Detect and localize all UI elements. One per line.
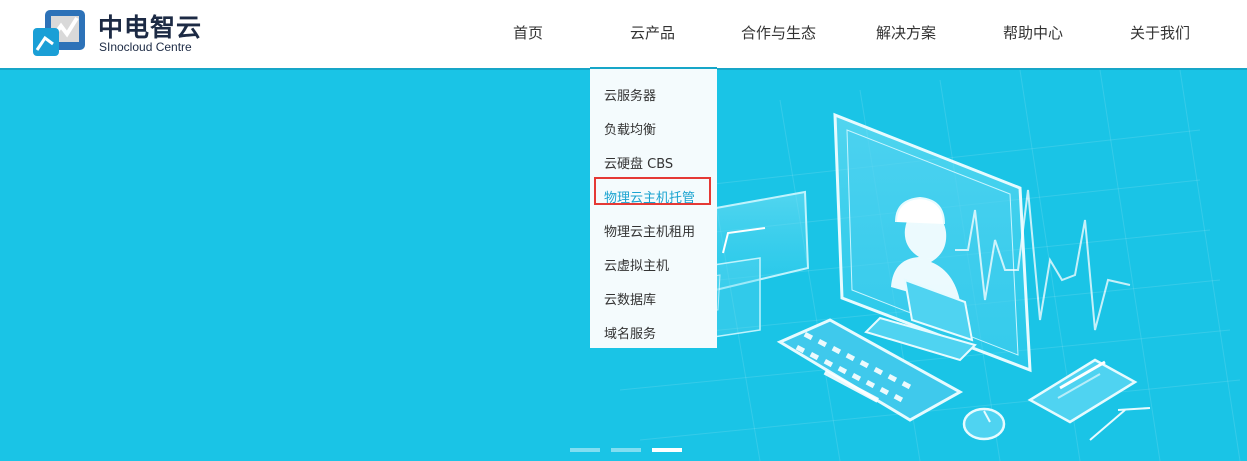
dropdown-item-cloud-database[interactable]: 云数据库: [604, 289, 656, 308]
nav-help-center[interactable]: 帮助中心: [1003, 22, 1063, 43]
dropdown-item-cloud-disk[interactable]: 云硬盘 CBS: [604, 153, 673, 172]
dropdown-item-domain-service[interactable]: 域名服务: [604, 323, 656, 342]
cloud-products-dropdown: 云服务器 负载均衡 云硬盘 CBS 物理云主机托管 物理云主机租用 云虚拟主机 …: [590, 67, 717, 348]
carousel-dot-3[interactable]: [652, 448, 682, 452]
nav-cloud-products[interactable]: 云产品: [630, 22, 675, 43]
nav-about-us[interactable]: 关于我们: [1130, 22, 1190, 43]
site-header: 中电智云 SInocloud Centre 首页 云产品 合作与生态 解决方案 …: [0, 0, 1247, 70]
dropdown-item-physical-rental[interactable]: 物理云主机租用: [604, 221, 695, 240]
dropdown-item-load-balancer[interactable]: 负载均衡: [604, 119, 656, 138]
dropdown-item-cloud-server[interactable]: 云服务器: [604, 85, 656, 104]
carousel-dot-1[interactable]: [570, 448, 600, 452]
carousel-dot-2[interactable]: [611, 448, 641, 452]
nav-partners[interactable]: 合作与生态: [741, 22, 816, 43]
brand-subtitle: SInocloud Centre: [99, 40, 192, 54]
brand-name[interactable]: 中电智云: [98, 8, 202, 44]
logo-icon[interactable]: [31, 8, 91, 60]
nav-solutions[interactable]: 解决方案: [876, 22, 936, 43]
dropdown-item-physical-hosting[interactable]: 物理云主机托管: [604, 187, 695, 206]
dropdown-item-virtual-host[interactable]: 云虚拟主机: [604, 255, 669, 274]
nav-home[interactable]: 首页: [513, 22, 543, 43]
